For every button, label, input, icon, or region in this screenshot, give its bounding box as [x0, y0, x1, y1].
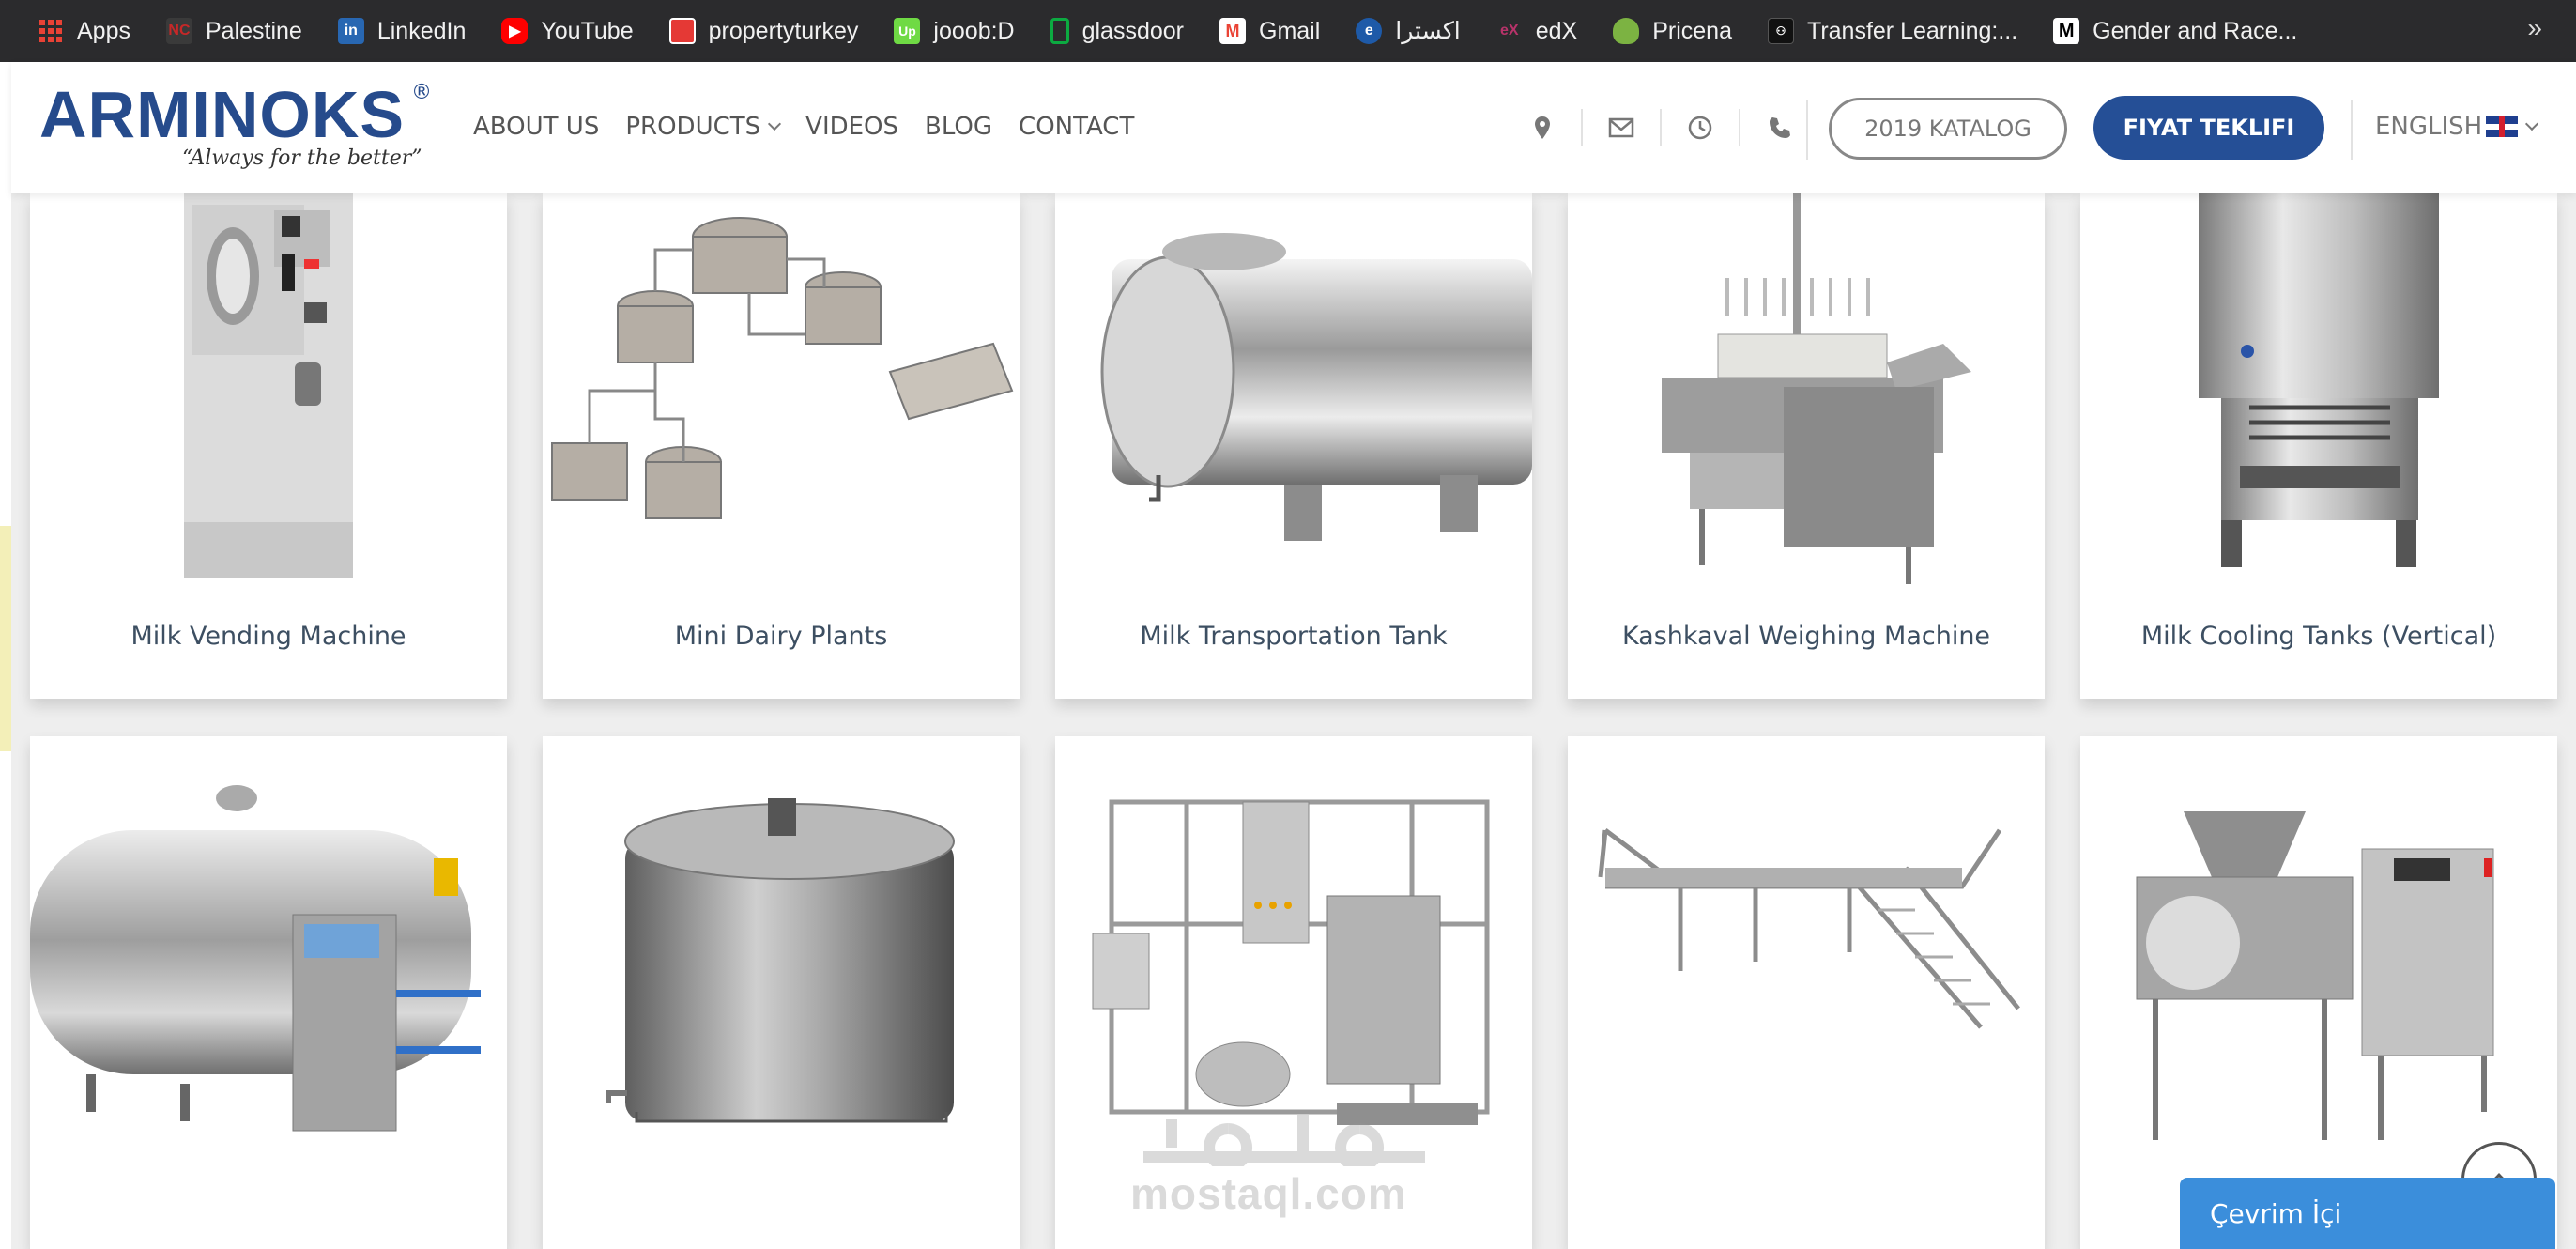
bookmark-label: glassdoor: [1081, 17, 1184, 44]
language-label: ENGLISH: [2375, 113, 2483, 141]
bookmark-propertyturkey[interactable]: propertyturkey: [668, 17, 859, 45]
transfer-learning-icon: ⚇: [1767, 18, 1794, 44]
youtube-icon: ▶: [501, 18, 529, 44]
chevron-down-icon: [2525, 116, 2539, 131]
product-title[interactable]: Kashkaval Weighing Machine: [1568, 622, 2045, 651]
bookmark-pricena[interactable]: Pricena: [1613, 18, 1732, 45]
mini-dairy-plants-image: [543, 193, 1020, 588]
location-pin-icon[interactable]: [1504, 109, 1583, 146]
header-divider: [1806, 100, 1808, 160]
arminoks-logo[interactable]: ARMINOKS ® “Always for the better”: [39, 81, 434, 175]
left-edge-overlay: [0, 526, 11, 751]
bookmark-edx[interactable]: eX edX: [1496, 18, 1577, 45]
product-card-milk-transportation-tank[interactable]: Milk Transportation Tank: [1055, 193, 1532, 699]
bookmark-label: propertyturkey: [708, 17, 859, 44]
product-title[interactable]: Mini Dairy Plants: [543, 622, 1020, 651]
bookmark-jooob[interactable]: Up jooob:D: [894, 17, 1015, 45]
chat-status-label: Çevrim İçi: [2210, 1197, 2342, 1229]
product-card-platform-staircase[interactable]: [1568, 736, 2045, 1249]
glassdoor-icon: [1050, 18, 1069, 44]
extra-site-icon: e: [1356, 18, 1383, 44]
milk-cooling-tank-vertical-image: [2080, 193, 2557, 588]
product-card-mini-dairy-plants[interactable]: Mini Dairy Plants: [543, 193, 1020, 699]
nav-label: VIDEOS: [805, 113, 899, 141]
mostaql-watermark-logo: [1143, 1115, 1425, 1166]
logo-registered-mark: ®: [411, 81, 432, 104]
mail-icon[interactable]: [1583, 109, 1662, 146]
cheese-machine-image: [2080, 736, 2557, 1187]
palestine-site-icon: NC: [165, 18, 192, 44]
main-nav: ABOUT US PRODUCTS VIDEOS BLOG CONTACT: [473, 113, 1160, 141]
upwork-icon: Up: [894, 18, 921, 44]
kashkaval-weighing-machine-image: [1568, 193, 2045, 588]
header-contact-icons: [1504, 109, 1819, 146]
nav-products[interactable]: PRODUCTS: [625, 113, 782, 141]
nav-blog[interactable]: BLOG: [925, 113, 992, 141]
bookmark-gender-race[interactable]: M Gender and Race...: [2053, 18, 2297, 45]
bookmark-label: Gender and Race...: [2093, 17, 2298, 44]
nav-contact[interactable]: CONTACT: [1019, 113, 1134, 141]
nav-label: PRODUCTS: [625, 113, 761, 141]
bookmark-gmail[interactable]: M Gmail: [1219, 18, 1320, 45]
bookmark-youtube[interactable]: ▶ YouTube: [501, 17, 634, 45]
bookmarks-overflow-button[interactable]: »: [2527, 13, 2542, 43]
edx-icon: eX: [1499, 23, 1519, 39]
nav-label: ABOUT US: [473, 113, 600, 141]
platform-staircase-image: [1568, 736, 2045, 1187]
bookmark-label: jooob:D: [933, 17, 1015, 44]
bookmark-transfer-learning[interactable]: ⚇ Transfer Learning:...: [1767, 17, 2018, 45]
logo-tagline: “Always for the better”: [182, 146, 422, 170]
bookmark-apps[interactable]: Apps: [38, 18, 130, 45]
linkedin-icon: in: [337, 18, 364, 44]
bookmark-label: Gmail: [1259, 17, 1321, 44]
uk-flag-icon: [2486, 116, 2519, 137]
logo-text: ARMINOKS: [39, 78, 406, 151]
product-card-milk-cooling-tanks-vertical[interactable]: Milk Cooling Tanks (Vertical): [2080, 193, 2557, 699]
product-card-milk-cooling-tank-horizontal[interactable]: [30, 736, 507, 1249]
gmail-icon: M: [1219, 18, 1246, 44]
price-quote-button[interactable]: FIYAT TEKLIFI: [2093, 96, 2324, 160]
bookmark-palestine[interactable]: NC Palestine: [165, 17, 302, 45]
milk-vending-machine-image: [30, 193, 507, 588]
site-header: ARMINOKS ® “Always for the better” ABOUT…: [11, 62, 2576, 193]
product-title[interactable]: Milk Vending Machine: [30, 622, 507, 651]
nav-videos[interactable]: VIDEOS: [805, 113, 898, 141]
milk-transportation-tank-image: [1055, 193, 1532, 588]
medium-icon: M: [2053, 18, 2080, 44]
bookmark-glassdoor[interactable]: glassdoor: [1050, 18, 1184, 45]
bookmark-label: Pricena: [1652, 17, 1732, 44]
product-title[interactable]: Milk Transportation Tank: [1055, 622, 1532, 651]
product-title[interactable]: Milk Cooling Tanks (Vertical): [2080, 622, 2557, 651]
bookmark-label: Apps: [77, 17, 130, 44]
mostaql-watermark: mostaql.com: [1130, 1169, 1407, 1218]
bookmarks-bar: Apps NC Palestine in LinkedIn ▶ YouTube …: [0, 0, 2576, 62]
chevron-down-icon: [768, 116, 782, 131]
product-card-kashkaval-weighing-machine[interactable]: Kashkaval Weighing Machine: [1568, 193, 2045, 699]
pricena-icon: [1613, 18, 1640, 44]
apps-grid-icon: [38, 18, 64, 44]
nav-label: CONTACT: [1019, 113, 1135, 141]
bookmark-label: YouTube: [541, 17, 634, 44]
nav-label: BLOG: [925, 113, 993, 141]
propertyturkey-icon: [668, 18, 696, 44]
nav-about-us[interactable]: ABOUT US: [473, 113, 599, 141]
language-selector[interactable]: ENGLISH: [2375, 113, 2539, 141]
bookmark-label: Palestine: [205, 17, 302, 44]
bookmark-label: اكسترا: [1395, 18, 1461, 44]
product-card-milk-vending-machine[interactable]: Milk Vending Machine: [30, 193, 507, 699]
bookmark-label: Transfer Learning:...: [1806, 17, 2018, 44]
bookmark-linkedin[interactable]: in LinkedIn: [337, 17, 467, 45]
milk-cooling-tank-horizontal-image: [30, 736, 507, 1187]
bookmark-label: edX: [1535, 17, 1578, 44]
katalog-button[interactable]: 2019 KATALOG: [1829, 98, 2067, 160]
bookmark-extra[interactable]: e اكسترا: [1356, 17, 1461, 45]
live-chat-widget[interactable]: Çevrim İçi: [2180, 1178, 2555, 1249]
bookmark-label: LinkedIn: [376, 17, 467, 44]
clock-icon[interactable]: [1662, 109, 1740, 146]
header-divider: [2351, 100, 2353, 160]
storage-tank-image: [543, 736, 1020, 1187]
product-card-storage-tank[interactable]: [543, 736, 1020, 1249]
